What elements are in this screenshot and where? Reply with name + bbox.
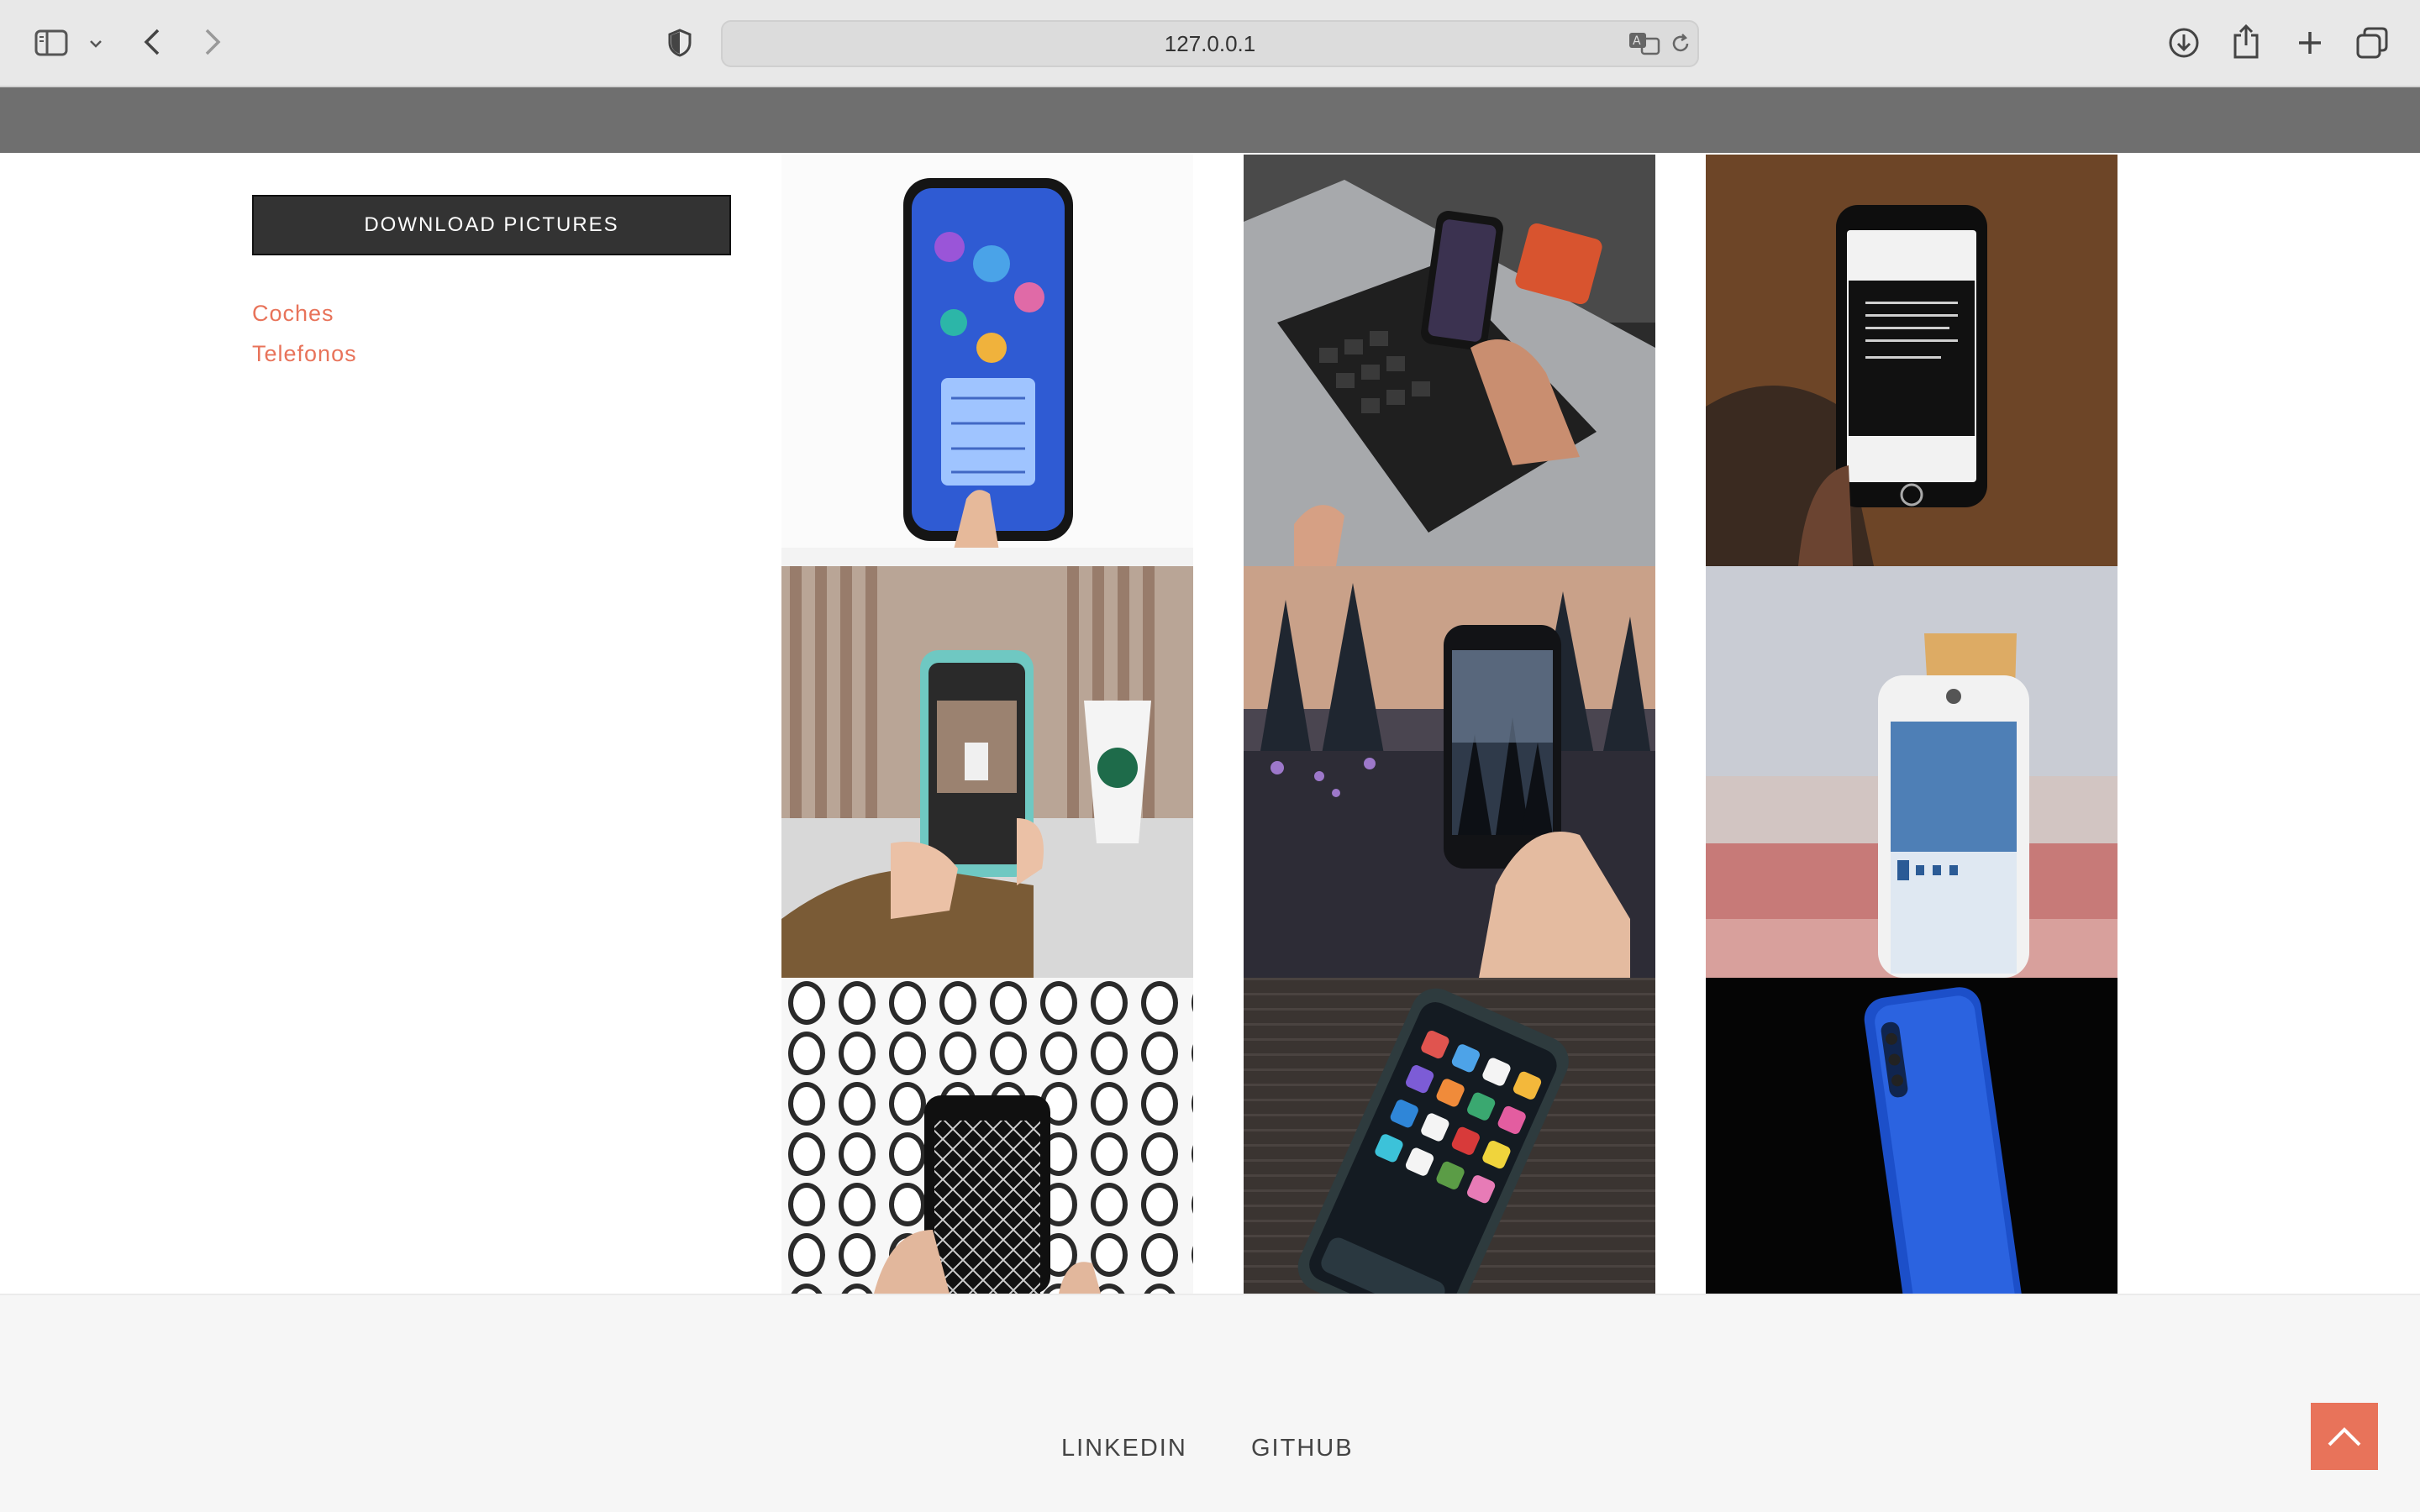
category-link-coches[interactable]: Coches <box>252 301 334 327</box>
new-tab-icon[interactable] <box>2294 27 2326 59</box>
browser-toolbar: 127.0.0.1 A <box>0 0 2420 87</box>
gallery-image-phone-mesh[interactable] <box>781 978 1193 1294</box>
url-text: 127.0.0.1 <box>1164 31 1256 56</box>
reload-icon[interactable] <box>1667 30 1694 57</box>
category-link-telefonos[interactable]: Telefonos <box>252 341 357 367</box>
gallery-image-phone-table[interactable] <box>1244 978 1655 1294</box>
chevron-up-icon <box>2328 1427 2361 1446</box>
back-to-top-button[interactable] <box>2311 1403 2378 1470</box>
shield-icon[interactable] <box>666 27 694 59</box>
back-icon[interactable] <box>139 25 165 59</box>
footer-link-github[interactable]: GITHUB <box>1251 1435 1354 1462</box>
gallery-image-phone-weather[interactable] <box>1706 566 2118 978</box>
tab-overview-icon[interactable] <box>2354 25 2390 60</box>
gallery-image-phone-menu[interactable] <box>781 155 1193 566</box>
gallery-image-phone-trees[interactable] <box>1244 566 1655 978</box>
translate-icon[interactable]: A <box>1627 30 1662 57</box>
sidebar-icon[interactable] <box>34 27 69 59</box>
chevron-down-icon[interactable] <box>86 34 106 54</box>
forward-icon[interactable] <box>200 25 225 59</box>
site-header <box>0 87 2420 153</box>
share-icon[interactable] <box>2230 22 2262 60</box>
gallery-image-blue-phone[interactable] <box>1706 978 2118 1294</box>
address-bar[interactable]: 127.0.0.1 A <box>721 20 1699 67</box>
photo-gallery <box>781 155 2118 1294</box>
gallery-image-phone-coffee[interactable] <box>781 566 1193 978</box>
svg-text:A: A <box>1633 34 1641 48</box>
footer-link-linkedin[interactable]: LINKEDIN <box>1061 1435 1187 1462</box>
site-footer <box>0 1294 2420 1512</box>
gallery-image-phone-instagram[interactable] <box>1706 155 2118 566</box>
download-pictures-button[interactable]: DOWNLOAD PICTURES <box>252 195 731 255</box>
download-icon[interactable] <box>2166 25 2202 60</box>
gallery-image-laptop-phone[interactable] <box>1244 155 1655 566</box>
